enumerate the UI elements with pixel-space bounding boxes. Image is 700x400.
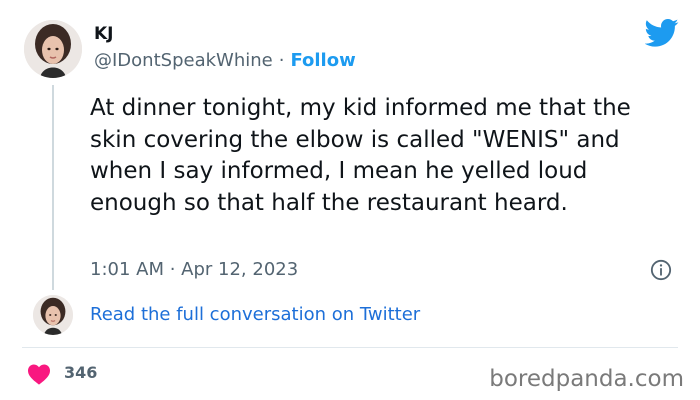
divider	[22, 347, 678, 348]
like-count: 346	[64, 363, 98, 382]
heart-icon[interactable]	[27, 363, 51, 385]
tweet-text: At dinner tonight, my kid informed me th…	[90, 95, 631, 216]
tweet-timestamp[interactable]: 1:01 AM · Apr 12, 2023	[90, 259, 298, 280]
follow-button[interactable]: Follow	[290, 50, 355, 71]
user-handle[interactable]: @IDontSpeakWhine	[94, 50, 273, 71]
tweet-card: KJ @IDontSpeakWhine · Follow At dinner ton…	[0, 0, 700, 400]
separator-dot: ·	[278, 50, 285, 71]
reply-avatar[interactable]	[33, 295, 73, 335]
watermark: boredpanda.com	[489, 366, 684, 392]
avatar-portrait-small	[33, 295, 73, 335]
twitter-bird-icon[interactable]	[645, 18, 679, 48]
handle-row: @IDontSpeakWhine · Follow	[94, 50, 356, 71]
profile-avatar[interactable]	[24, 20, 82, 78]
display-name[interactable]: KJ	[94, 24, 114, 44]
avatar-portrait	[24, 20, 82, 78]
read-conversation-link[interactable]: Read the full conversation on Twitter	[90, 304, 420, 325]
info-icon[interactable]	[650, 259, 672, 281]
thread-line	[52, 85, 54, 290]
